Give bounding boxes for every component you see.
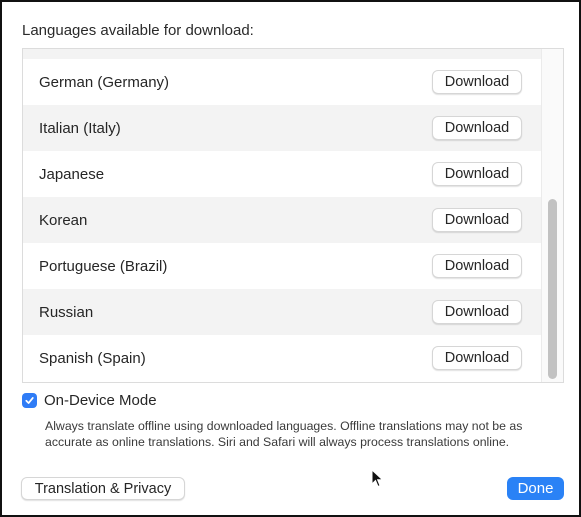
list-item: Italian (Italy) Download [23,105,542,151]
list-item: Russian Download [23,289,542,335]
list-item: Spanish (Spain) Download [23,335,542,381]
download-button[interactable]: Download [432,162,522,186]
language-name: Spanish (Spain) [39,349,146,367]
translation-privacy-button[interactable]: Translation & Privacy [21,477,185,500]
list-item: Portuguese (Brazil) Download [23,243,542,289]
mouse-pointer-icon [371,469,384,488]
language-name: Japanese [39,165,105,183]
checkmark-icon [25,397,34,404]
list-item: German (Germany) Download [23,59,542,105]
language-name: Russian [39,303,94,321]
language-name: Korean [39,211,88,229]
scrollbar[interactable] [541,49,563,382]
section-heading: Languages available for download: [22,22,254,39]
on-device-mode-checkbox[interactable] [22,393,37,408]
language-name: Italian (Italy) [39,119,121,137]
download-button[interactable]: Download [432,116,522,140]
download-button[interactable]: Download [432,346,522,370]
partial-row [23,49,542,59]
languages-list: German (Germany) Download Italian (Italy… [22,48,564,383]
list-item: Korean Download [23,197,542,243]
on-device-mode-label: On-Device Mode [44,392,157,409]
done-button[interactable]: Done [507,477,564,500]
on-device-mode-description: Always translate offline using downloade… [45,419,523,449]
download-button[interactable]: Download [432,70,522,94]
translation-languages-dialog: Languages available for download: German… [0,0,581,517]
language-name: Portuguese (Brazil) [39,257,168,275]
download-button[interactable]: Download [432,254,522,278]
on-device-mode-option[interactable]: On-Device Mode [22,392,157,409]
list-item: Japanese Download [23,151,542,197]
download-button[interactable]: Download [432,300,522,324]
scrollbar-thumb[interactable] [548,199,557,379]
download-button[interactable]: Download [432,208,522,232]
language-name: German (Germany) [39,73,170,91]
